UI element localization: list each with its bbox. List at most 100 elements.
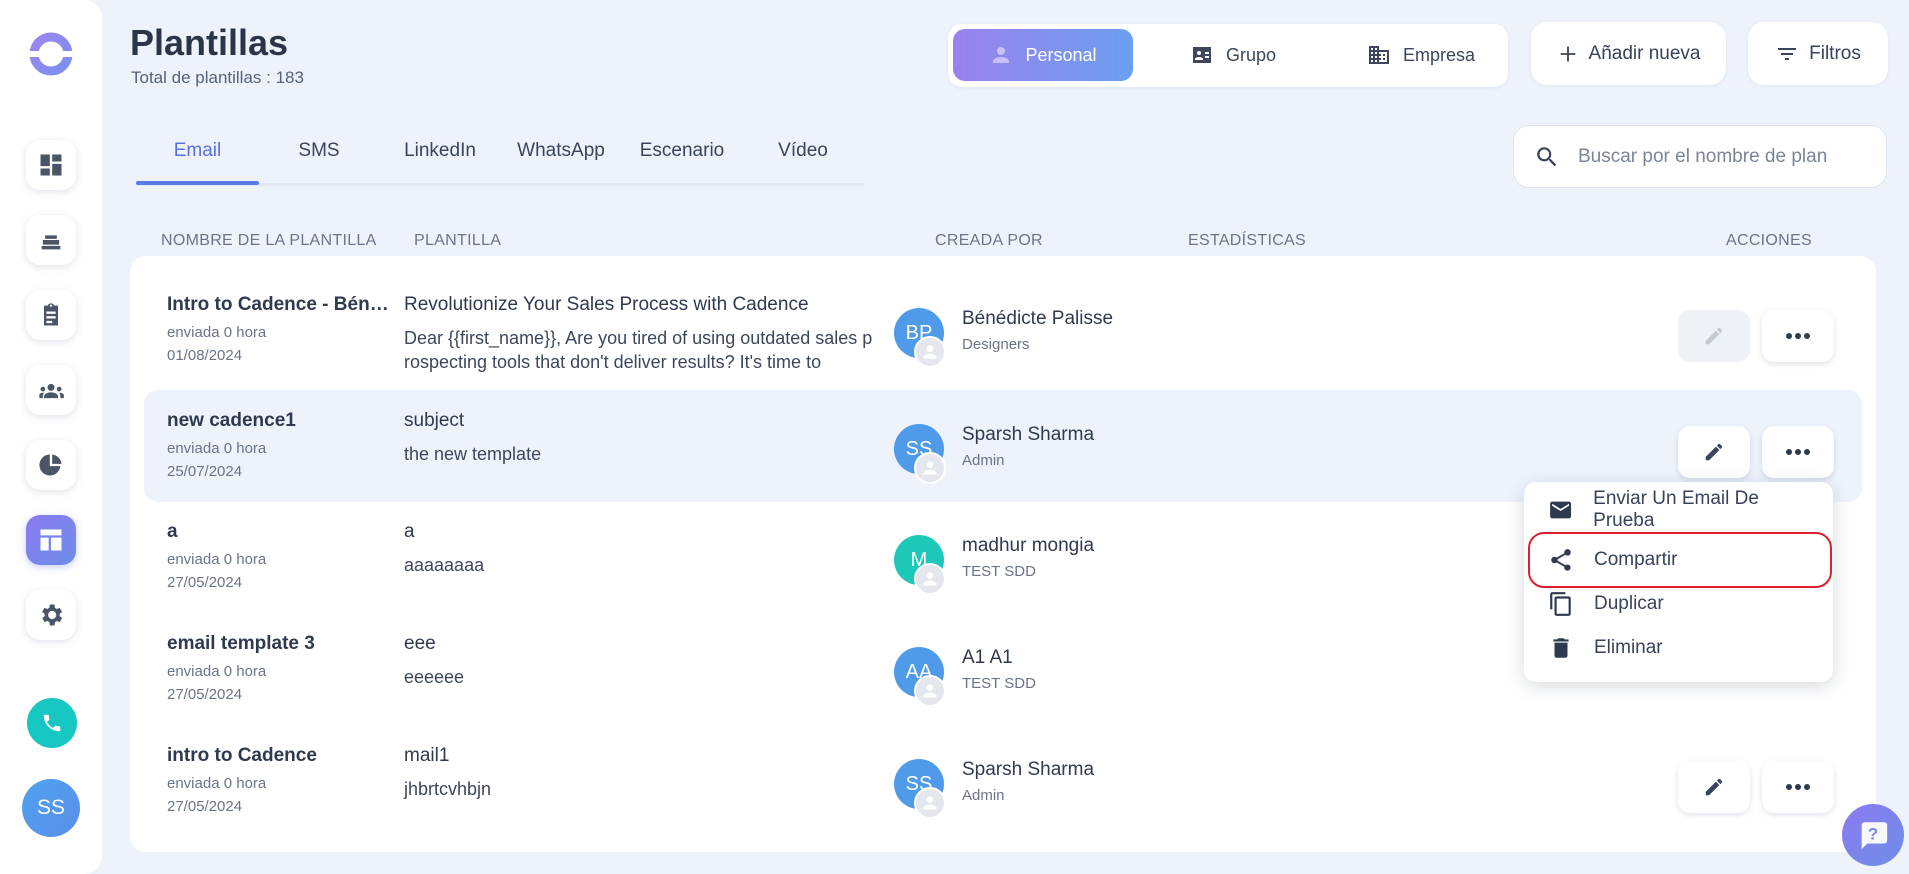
template-date: 27/05/2024 — [167, 686, 243, 703]
menu-send-test-email[interactable]: Enviar Un Email De Prueba — [1548, 488, 1818, 532]
id-card-icon — [1192, 47, 1211, 63]
template-body: eeeeee — [404, 667, 465, 687]
edit-button[interactable] — [1678, 761, 1750, 813]
template-subject: subject — [404, 410, 465, 431]
template-name: Intro to Cadence - Bénédicte — [167, 294, 397, 315]
more-horizontal-icon — [1786, 449, 1810, 455]
menu-send-test-email-label: Enviar Un Email De Prueba — [1593, 488, 1759, 531]
template-subject: eee — [404, 633, 436, 654]
creator-role: TEST SDD — [962, 675, 1036, 692]
assignee-avatar-icon — [914, 452, 946, 484]
tab-scenario[interactable]: Escenario — [621, 140, 743, 184]
page-title: Plantillas — [130, 22, 289, 63]
template-name: email template 3 — [167, 633, 315, 654]
assignee-avatar-icon — [914, 336, 946, 368]
creator-role: Designers — [962, 336, 1030, 353]
creator-role: TEST SDD — [962, 563, 1036, 580]
help-chat-icon: ? — [1861, 822, 1888, 850]
filters-label: Filtros — [1809, 42, 1861, 64]
stack-icon — [41, 235, 61, 250]
filters-button[interactable]: Filtros — [1748, 22, 1888, 85]
template-preview-cell: eee eeeeee — [404, 633, 878, 689]
creator-name: Bénédicte Palisse — [962, 308, 1114, 329]
template-body: Dear {{first_name}}, Are you tired of us… — [404, 328, 873, 372]
template-date: 25/07/2024 — [167, 463, 243, 480]
nav-reports[interactable] — [26, 440, 76, 490]
menu-duplicate[interactable]: Duplicar — [1548, 582, 1818, 626]
envelope-icon — [1550, 501, 1572, 519]
edit-button[interactable] — [1678, 426, 1750, 478]
plus-icon — [1560, 46, 1575, 61]
user-avatar[interactable]: SS — [22, 779, 80, 837]
template-date: 27/05/2024 — [167, 574, 243, 591]
sent-status: enviada 0 hora — [167, 324, 267, 341]
col-header-stats: ESTADÍSTICAS — [1188, 232, 1306, 249]
scope-group[interactable]: Grupo — [1168, 29, 1298, 81]
add-new-button[interactable]: Añadir nueva — [1531, 22, 1726, 85]
nav-dashboard[interactable] — [26, 140, 76, 190]
template-preview-cell: Revolutionize Your Sales Process with Ca… — [404, 294, 878, 374]
nav-templates[interactable] — [26, 515, 76, 565]
pie-chart-icon — [39, 454, 62, 476]
template-name: a — [167, 521, 178, 542]
sent-status: enviada 0 hora — [167, 551, 267, 568]
template-preview-cell: a aaaaaaaa — [404, 521, 878, 577]
row-actions-menu: Enviar Un Email De Prueba Compartir Dupl… — [1524, 482, 1833, 682]
menu-share-label: Compartir — [1594, 549, 1678, 570]
nav-settings[interactable] — [26, 590, 76, 640]
help-button[interactable]: ? — [1842, 804, 1904, 866]
col-header-created-by: CREADA POR — [935, 232, 1043, 249]
template-preview-cell: mail1 jhbrtcvhbjn — [404, 745, 878, 801]
menu-share[interactable]: Compartir — [1548, 538, 1818, 582]
sent-status: enviada 0 hora — [167, 440, 267, 457]
template-subject: a — [404, 521, 415, 542]
tab-video[interactable]: Vídeo — [743, 140, 863, 184]
creator-name: madhur mongia — [962, 535, 1095, 556]
nav-tasks[interactable] — [26, 290, 76, 340]
tab-whatsapp[interactable]: WhatsApp — [501, 140, 621, 184]
table-row[interactable]: Intro to Cadence - Bénédicte enviada 0 h… — [144, 274, 1862, 386]
scope-company-label: Empresa — [1402, 44, 1476, 65]
more-actions-button[interactable] — [1762, 426, 1834, 478]
pencil-icon — [1705, 778, 1723, 796]
creator-name: A1 A1 — [962, 647, 1013, 668]
edit-button[interactable] — [1678, 310, 1750, 362]
scope-personal-label: Personal — [1025, 44, 1097, 65]
trash-icon — [1553, 638, 1569, 658]
creator-name: Sparsh Sharma — [962, 759, 1095, 780]
dashboard-icon — [40, 154, 62, 176]
nav-cadences[interactable] — [26, 215, 76, 265]
template-subject: Revolutionize Your Sales Process with Ca… — [404, 294, 809, 315]
template-body: the new template — [404, 444, 542, 464]
clipboard-icon — [44, 303, 58, 326]
scope-company[interactable]: Empresa — [1346, 29, 1496, 81]
scope-group-label: Grupo — [1225, 44, 1277, 65]
scope-personal[interactable]: Personal — [953, 29, 1133, 81]
logo-icon[interactable] — [27, 30, 75, 78]
nav-people[interactable] — [26, 365, 76, 415]
pencil-icon — [1705, 443, 1723, 461]
active-tab-indicator — [136, 181, 259, 185]
building-icon — [1368, 46, 1389, 64]
template-date: 01/08/2024 — [167, 347, 243, 364]
template-name-cell: a enviada 0 hora 27/05/2024 — [167, 521, 397, 591]
template-name-cell: Intro to Cadence - Bénédicte enviada 0 h… — [167, 294, 397, 364]
menu-delete-label: Eliminar — [1594, 637, 1663, 658]
search-input[interactable] — [1578, 145, 1878, 168]
col-header-actions: ACCIONES — [1726, 232, 1812, 249]
table-row[interactable]: intro to Cadence enviada 0 hora 27/05/20… — [144, 725, 1862, 837]
template-name-cell: intro to Cadence enviada 0 hora 27/05/20… — [167, 745, 397, 815]
more-actions-button[interactable] — [1762, 761, 1834, 813]
gear-icon — [42, 604, 63, 626]
menu-delete[interactable]: Eliminar — [1548, 626, 1818, 670]
more-actions-button[interactable] — [1762, 310, 1834, 362]
template-subject: mail1 — [404, 745, 450, 766]
call-button[interactable] — [27, 698, 77, 748]
creator-name: Sparsh Sharma — [962, 424, 1095, 445]
template-name-cell: email template 3 enviada 0 hora 27/05/20… — [167, 633, 397, 703]
search-box — [1513, 125, 1887, 188]
more-horizontal-icon — [1786, 333, 1810, 339]
tab-email[interactable]: Email — [136, 140, 259, 184]
tab-linkedin[interactable]: LinkedIn — [379, 140, 501, 184]
tab-sms[interactable]: SMS — [259, 140, 379, 184]
